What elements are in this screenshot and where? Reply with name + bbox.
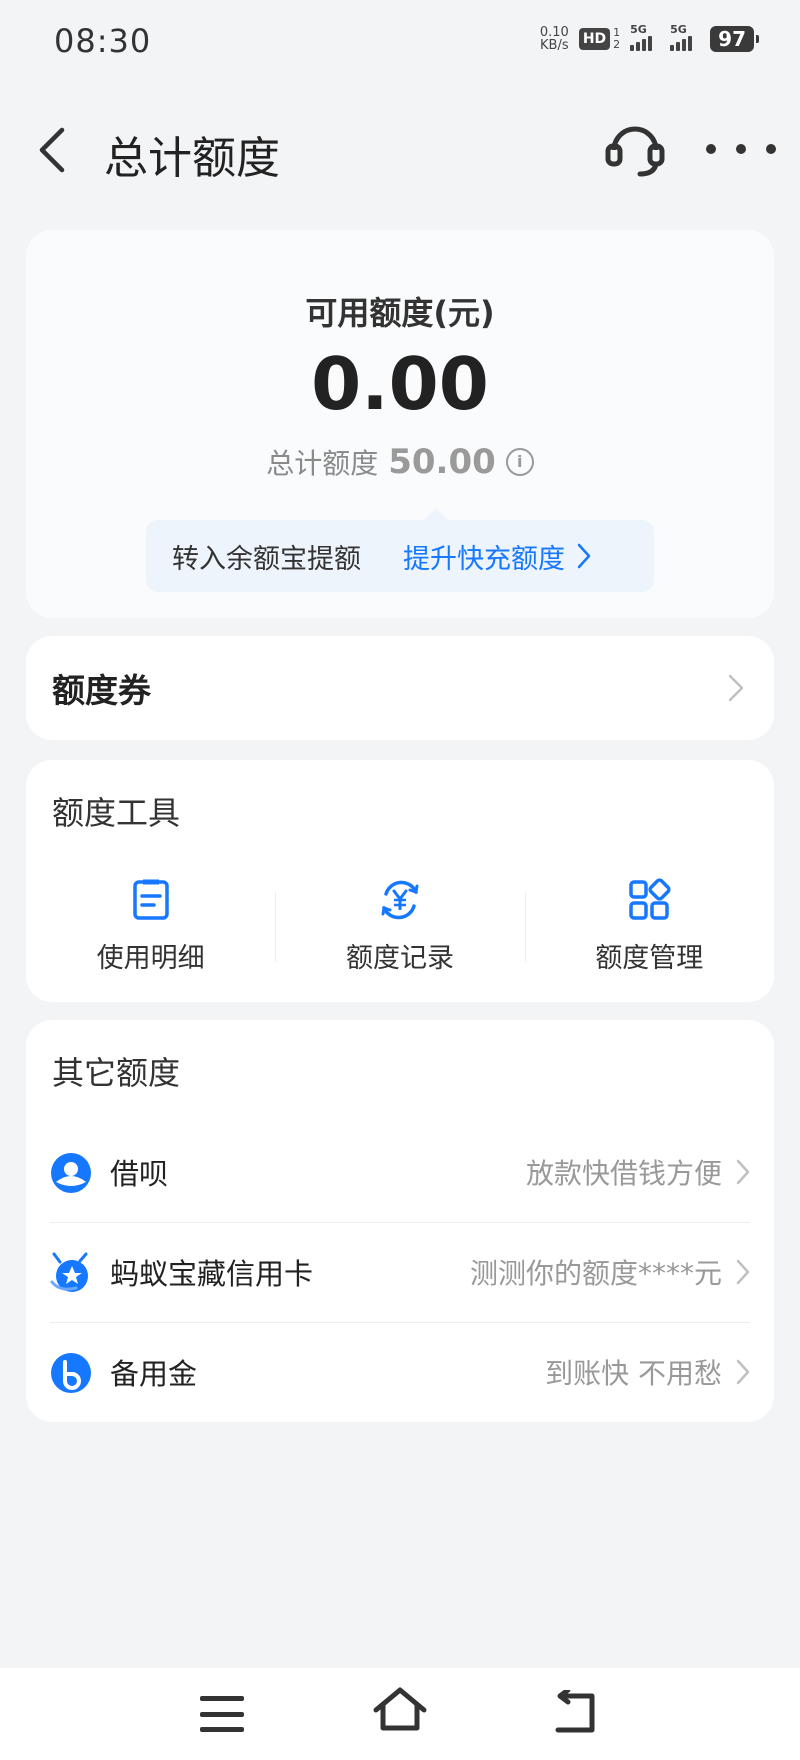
home-icon <box>373 1687 427 1731</box>
promo-action-link[interactable]: 提升快充额度 <box>403 537 591 576</box>
headset-icon <box>605 126 665 177</box>
quota-coupon-row[interactable]: 额度券 <box>26 636 774 740</box>
back-arrow-icon <box>555 1687 595 1733</box>
other-quota-title: 其它额度 <box>52 1054 181 1092</box>
list-item-jiebei[interactable]: 借呗 放款快借钱方便 <box>26 1122 774 1222</box>
menu-line-icon <box>200 1696 244 1701</box>
tools-title: 额度工具 <box>52 794 181 832</box>
tool-label: 额度管理 <box>595 943 704 974</box>
menu-line-icon <box>200 1711 244 1717</box>
chevron-right-icon <box>736 1359 750 1385</box>
more-dot-icon <box>706 144 716 154</box>
promo-left-text: 转入余额宝提额 <box>172 543 361 575</box>
quota-tools-card: 额度工具 使用明细 额度记录 额度管理 <box>26 760 774 1002</box>
item-label: 借呗 <box>110 1157 169 1191</box>
home-button[interactable] <box>370 1682 430 1738</box>
coupon-title: 额度券 <box>52 671 151 710</box>
list-item-beiyongjin[interactable]: 备用金 到账快 不用愁 <box>26 1322 774 1422</box>
info-icon[interactable]: i <box>505 448 534 476</box>
grid-apps-icon <box>629 878 671 920</box>
status-time: 08:30 <box>54 22 152 60</box>
top-nav-bar: 总计额度 <box>0 100 800 200</box>
tool-quota-management[interactable]: 额度管理 <box>524 878 774 975</box>
hd-voice-icon: HD 1 2 <box>578 27 620 51</box>
page-title: 总计额度 <box>104 133 280 184</box>
other-quota-list: 借呗 放款快借钱方便 蚂蚁宝藏信用卡 测测你的额度****元 备用金 到账快 不… <box>26 1122 774 1422</box>
status-icons: 0.10 KB/s HD 1 2 5G 5G 97 <box>539 23 759 53</box>
recent-apps-button[interactable] <box>200 1696 244 1732</box>
other-quota-card: 其它额度 借呗 放款快借钱方便 蚂蚁宝藏信用卡 测测你的额度****元 备用金 … <box>26 1020 774 1422</box>
ant-credit-card-icon <box>50 1252 88 1292</box>
list-item-ant-credit-card[interactable]: 蚂蚁宝藏信用卡 测测你的额度****元 <box>26 1222 774 1322</box>
total-quota-value: 50.00 <box>388 442 496 482</box>
tools-row: 使用明细 额度记录 额度管理 <box>26 878 774 975</box>
item-label: 蚂蚁宝藏信用卡 <box>110 1257 314 1291</box>
battery-icon: 97 <box>710 26 759 52</box>
quota-summary-card: 可用额度(元) 0.00 总计额度 50.00 i 转入余额宝提额 提升快充额度 <box>26 230 774 618</box>
chevron-right-icon <box>736 1159 750 1185</box>
customer-service-button[interactable] <box>602 120 668 180</box>
jiebei-icon <box>51 1153 91 1193</box>
beiyongjin-icon <box>51 1353 91 1393</box>
chevron-left-icon <box>39 127 65 173</box>
system-back-button[interactable] <box>552 1687 602 1736</box>
available-quota-value: 0.00 <box>311 342 489 426</box>
signal-icon-sim1: 5G <box>630 23 660 51</box>
system-navigation-bar <box>0 1668 800 1760</box>
status-bar: 08:30 0.10 KB/s HD 1 2 5G 5G 97 <box>0 0 800 90</box>
yuan-cycle-icon <box>381 880 419 920</box>
back-button[interactable] <box>30 122 80 178</box>
signal-icon-sim2: 5G <box>670 23 700 51</box>
chevron-right-icon <box>728 674 744 702</box>
item-description: 到账快 不用愁 <box>545 1357 722 1390</box>
more-options-button[interactable] <box>706 126 776 172</box>
item-description: 放款快借钱方便 <box>525 1157 722 1190</box>
total-quota-row: 总计额度 50.00 i <box>26 442 774 482</box>
chevron-right-icon <box>736 1259 750 1285</box>
tool-quota-records[interactable]: 额度记录 <box>275 878 524 975</box>
more-dot-icon <box>766 144 776 154</box>
menu-line-icon <box>200 1727 244 1732</box>
promo-banner[interactable]: 转入余额宝提额 提升快充额度 <box>146 508 654 592</box>
tool-label: 额度记录 <box>345 943 454 974</box>
tool-label: 使用明细 <box>96 943 205 974</box>
more-dot-icon <box>736 144 746 154</box>
document-list-icon <box>132 879 169 920</box>
item-description: 测测你的额度****元 <box>469 1257 722 1290</box>
item-label: 备用金 <box>110 1357 198 1391</box>
available-quota-label: 可用额度(元) <box>305 294 495 332</box>
chevron-right-icon <box>577 543 591 569</box>
total-quota-label: 总计额度 <box>266 447 379 480</box>
tool-usage-details[interactable]: 使用明细 <box>26 878 275 975</box>
network-speed: 0.10 KB/s <box>539 25 569 53</box>
